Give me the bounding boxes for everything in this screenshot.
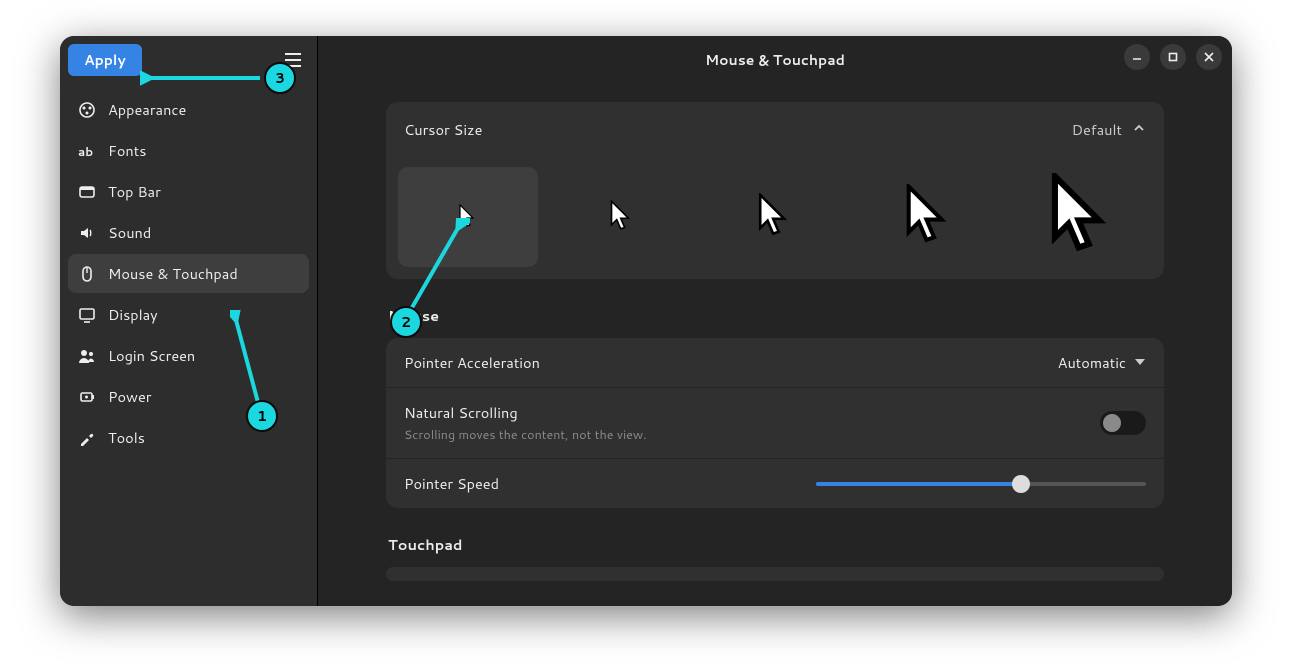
cursor-icon: [459, 204, 477, 230]
pointer-speed-label: Pointer Speed: [404, 473, 499, 494]
caret-down-icon: [1134, 352, 1146, 373]
cursor-icon: [905, 184, 953, 250]
sidebar-item-appearance[interactable]: Appearance: [68, 90, 309, 129]
annotation-badge-3: 3: [264, 62, 296, 94]
topbar-icon: [78, 183, 96, 201]
tools-icon: [78, 429, 96, 447]
cursor-icon: [1050, 173, 1114, 261]
display-icon: [78, 306, 96, 324]
page-title: Mouse & Touchpad: [705, 50, 845, 70]
sidebar-item-mouse-touchpad[interactable]: Mouse & Touchpad: [68, 254, 309, 293]
pointer-acceleration-value: Automatic: [1058, 352, 1126, 373]
pointer-acceleration-label: Pointer Acceleration: [404, 352, 540, 373]
cursor-size-value: Default: [1072, 119, 1122, 140]
sidebar-item-label: Tools: [108, 427, 145, 448]
sidebar-item-label: Display: [108, 304, 158, 325]
cursor-size-header[interactable]: Cursor Size Default: [386, 102, 1164, 157]
settings-window: Apply Appearance ab Fonts Top Bar Sound: [60, 36, 1232, 606]
sound-icon: [78, 224, 96, 242]
cursor-size-option-5[interactable]: [1012, 167, 1152, 267]
sidebar-item-label: Power: [108, 386, 151, 407]
sidebar: Apply Appearance ab Fonts Top Bar Sound: [60, 36, 318, 606]
annotation-badge-1: 1: [246, 400, 278, 432]
sidebar-item-label: Appearance: [108, 99, 186, 120]
natural-scrolling-label: Natural Scrolling: [404, 402, 647, 423]
minimize-button[interactable]: [1124, 44, 1150, 70]
pointer-acceleration-dropdown[interactable]: Automatic: [1058, 352, 1146, 373]
touchpad-section-title: Touchpad: [388, 534, 1164, 555]
sidebar-nav: Appearance ab Fonts Top Bar Sound Mouse …: [60, 84, 317, 463]
maximize-icon: [1168, 52, 1178, 62]
chevron-up-icon: [1132, 118, 1146, 141]
minimize-icon: [1132, 52, 1142, 62]
window-controls: [1124, 44, 1222, 70]
sidebar-item-label: Fonts: [108, 140, 146, 161]
toggle-knob: [1103, 414, 1121, 432]
cursor-size-label: Cursor Size: [404, 119, 482, 140]
cursor-size-option-3[interactable]: [705, 167, 845, 267]
main-panel: Mouse & Touchpad Cursor Size Default: [318, 36, 1232, 606]
close-icon: [1204, 52, 1214, 62]
slider-fill: [816, 482, 1021, 486]
sidebar-item-label: Login Screen: [108, 345, 195, 366]
touchpad-settings-card: [386, 567, 1164, 581]
close-button[interactable]: [1196, 44, 1222, 70]
pointer-acceleration-row[interactable]: Pointer Acceleration Automatic: [386, 338, 1164, 387]
sidebar-item-display[interactable]: Display: [68, 295, 309, 334]
cursor-size-option-2[interactable]: [552, 167, 692, 267]
sidebar-item-label: Mouse & Touchpad: [108, 263, 238, 284]
sidebar-item-label: Sound: [108, 222, 151, 243]
natural-scrolling-toggle[interactable]: [1100, 411, 1146, 435]
content-area: Cursor Size Default: [318, 84, 1232, 606]
slider-thumb[interactable]: [1012, 475, 1030, 493]
cursor-size-option-1[interactable]: [398, 167, 538, 267]
mouse-settings-card: Pointer Acceleration Automatic Natural S…: [386, 338, 1164, 508]
sidebar-item-sound[interactable]: Sound: [68, 213, 309, 252]
svg-text:ab: ab: [78, 143, 93, 160]
power-icon: [78, 388, 96, 406]
sidebar-item-label: Top Bar: [108, 181, 161, 202]
sidebar-item-fonts[interactable]: ab Fonts: [68, 131, 309, 170]
sidebar-item-login-screen[interactable]: Login Screen: [68, 336, 309, 375]
mouse-icon: [78, 265, 96, 283]
fonts-icon: ab: [78, 142, 96, 160]
mouse-section-title: Mouse: [388, 305, 1164, 326]
login-icon: [78, 347, 96, 365]
cursor-size-option-4[interactable]: [859, 167, 999, 267]
appearance-icon: [78, 101, 96, 119]
cursor-icon: [610, 200, 634, 234]
natural-scrolling-row: Natural Scrolling Scrolling moves the co…: [386, 387, 1164, 458]
cursor-icon: [758, 193, 792, 241]
pointer-speed-row: Pointer Speed: [386, 458, 1164, 508]
apply-button[interactable]: Apply: [68, 44, 142, 76]
titlebar: Mouse & Touchpad: [318, 36, 1232, 84]
cursor-size-card: Cursor Size Default: [386, 102, 1164, 279]
pointer-speed-slider[interactable]: [816, 482, 1146, 486]
natural-scrolling-sublabel: Scrolling moves the content, not the vie…: [404, 426, 647, 444]
annotation-badge-2: 2: [390, 306, 422, 338]
sidebar-item-topbar[interactable]: Top Bar: [68, 172, 309, 211]
cursor-size-options: [386, 157, 1164, 279]
maximize-button[interactable]: [1160, 44, 1186, 70]
